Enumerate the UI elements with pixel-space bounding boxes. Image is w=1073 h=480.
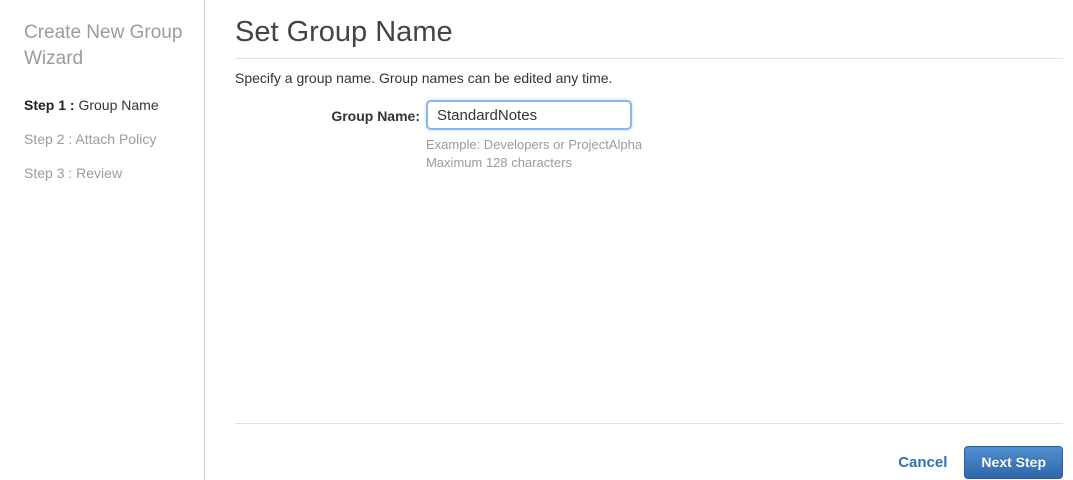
step-3-label: Review: [76, 165, 123, 181]
step-2-label: Attach Policy: [75, 131, 157, 147]
footer-divider: [235, 423, 1063, 424]
wizard-sidebar: Create New Group Wizard Step 1 : Group N…: [0, 0, 205, 480]
sidebar-step-1-group-name: Step 1 : Group Name: [24, 98, 184, 113]
title-divider: [235, 58, 1063, 59]
create-group-wizard-page: Create New Group Wizard Step 1 : Group N…: [0, 0, 1073, 480]
wizard-title: Create New Group Wizard: [24, 22, 183, 69]
group-name-max-hint: Maximum 128 characters: [426, 155, 572, 170]
step-1-prefix: Step 1 :: [24, 97, 75, 113]
wizard-footer: Cancel Next Step: [235, 423, 1063, 479]
sidebar-step-2-attach-policy: Step 2 : Attach Policy: [24, 132, 184, 147]
next-step-button[interactable]: Next Step: [964, 446, 1063, 479]
step-1-label: Group Name: [78, 97, 159, 113]
group-name-input[interactable]: [426, 100, 632, 130]
group-name-field: Example: Developers or ProjectAlpha Maxi…: [426, 100, 642, 172]
footer-actions: Cancel Next Step: [235, 446, 1063, 479]
group-name-form-row: Group Name: Example: Developers or Proje…: [235, 100, 1063, 172]
sidebar-step-3-review: Step 3 : Review: [24, 166, 184, 181]
group-name-label: Group Name:: [331, 108, 420, 124]
group-name-example-hint: Example: Developers or ProjectAlpha: [426, 137, 643, 152]
main-content: Set Group Name Specify a group name. Gro…: [205, 0, 1073, 480]
cancel-button[interactable]: Cancel: [898, 454, 947, 471]
page-title: Set Group Name: [235, 16, 453, 48]
step-3-prefix: Step 3 :: [24, 165, 73, 181]
step-2-prefix: Step 2 :: [24, 131, 73, 147]
page-description: Specify a group name. Group names can be…: [235, 70, 613, 86]
